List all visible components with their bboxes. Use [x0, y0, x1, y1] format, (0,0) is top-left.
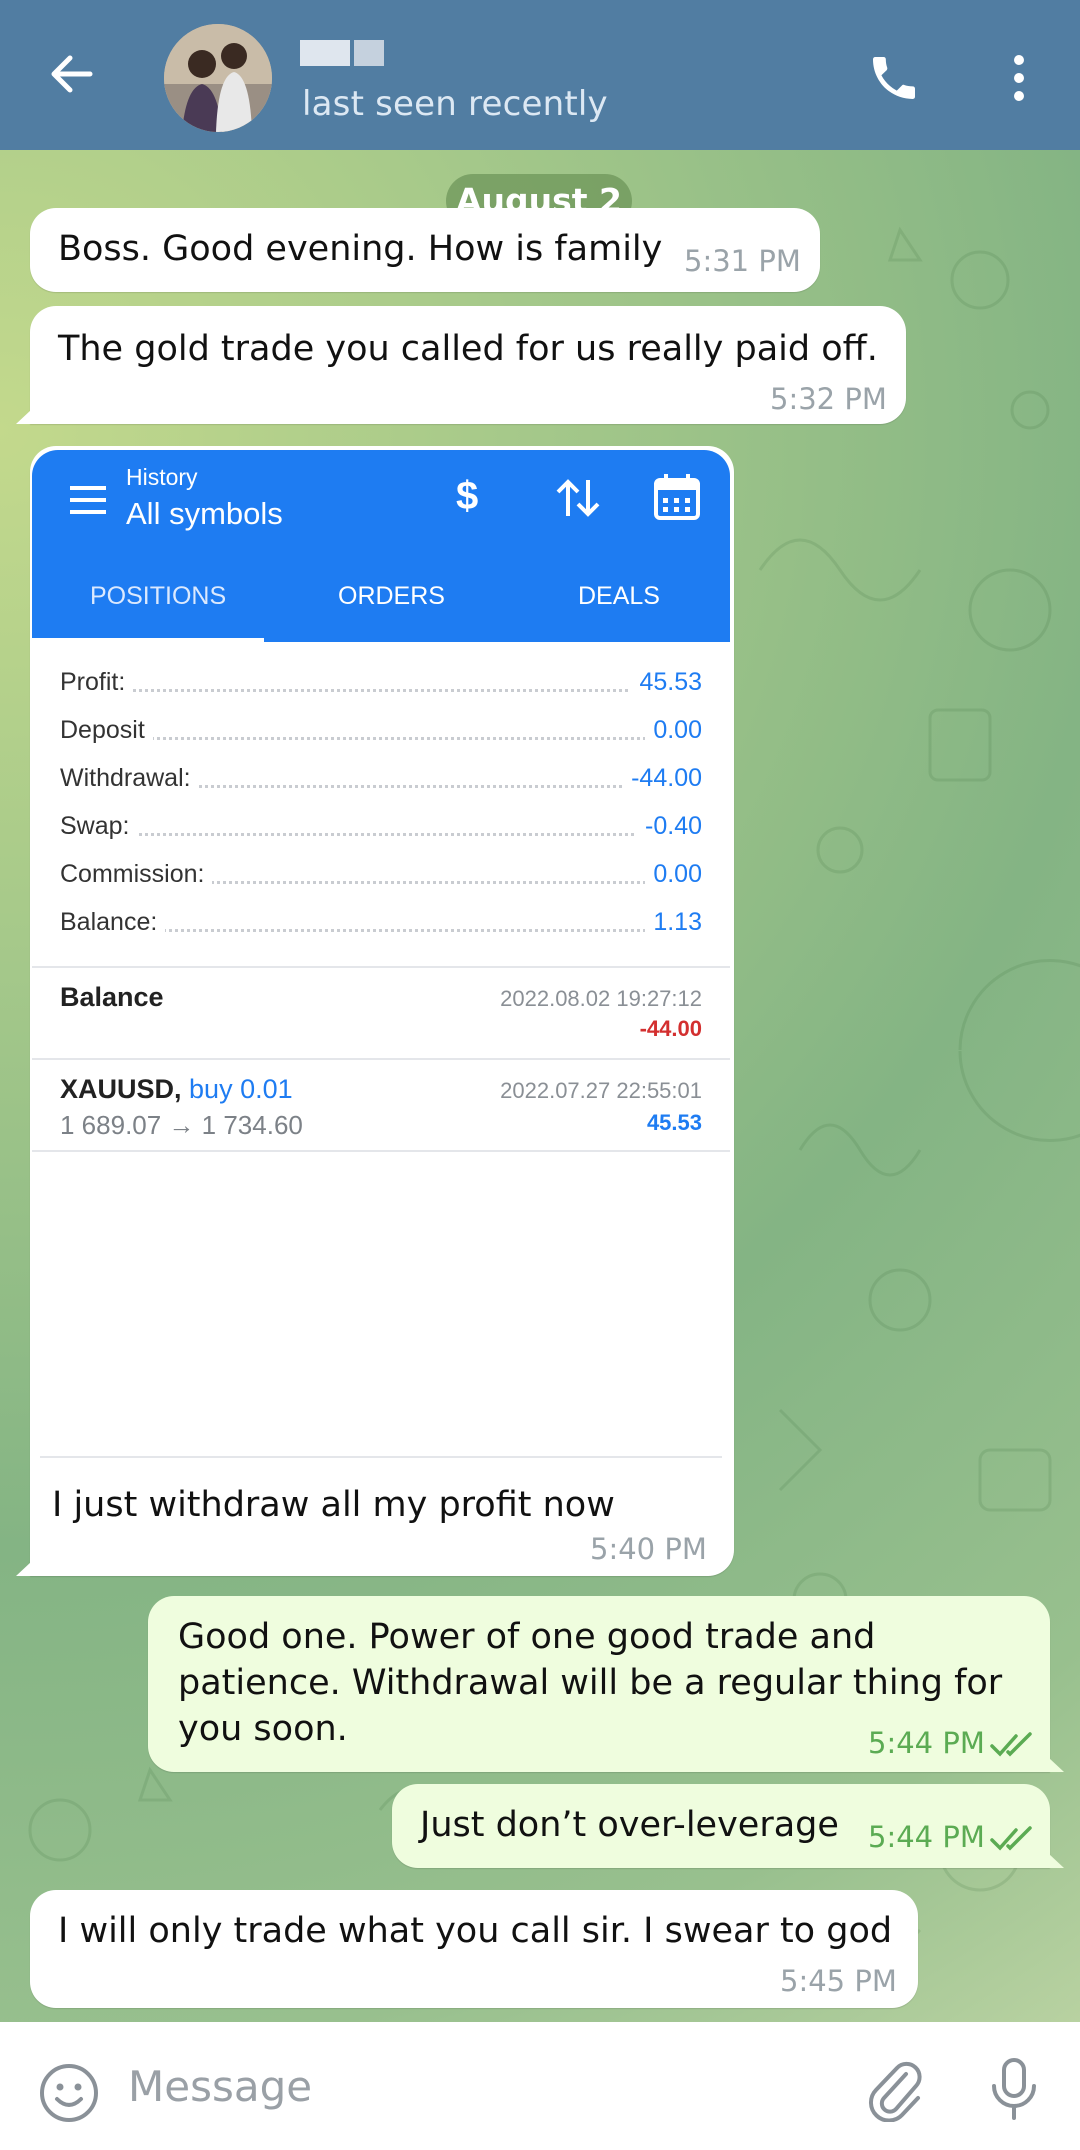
- read-receipt-icon: [990, 1826, 1032, 1851]
- message-time: 5:45 PM: [780, 1964, 897, 1998]
- summary-row: Commission: 0.00: [60, 860, 702, 889]
- message-text: The gold trade you called for us really …: [58, 329, 878, 369]
- deal-prices: 1 689.07 → 1 734.60: [60, 1110, 303, 1140]
- deal-amount: -44.00: [639, 1016, 702, 1041]
- message-time: 5:44 PM: [868, 1726, 985, 1760]
- message-time: 5:31 PM: [684, 244, 801, 278]
- tab-positions: POSITIONS: [90, 582, 227, 610]
- summary-row: Balance: 1.13: [60, 908, 702, 937]
- sort-icon: [556, 479, 600, 517]
- back-arrow-icon[interactable]: [40, 42, 104, 106]
- deal-symbol-name: XAUUSD,: [60, 1074, 182, 1104]
- deal-amount: 45.53: [646, 1110, 702, 1135]
- message-bubble-incoming[interactable]: Boss. Good evening. How is family 5:31 P…: [30, 208, 820, 292]
- message-text: Boss. Good evening. How is family: [58, 229, 663, 269]
- phone-icon[interactable]: [866, 50, 922, 106]
- divider: [40, 1456, 722, 1458]
- message-input[interactable]: Message: [128, 2052, 808, 2122]
- summary-row: Swap: -0.40: [60, 812, 702, 841]
- message-time: 5:32 PM: [770, 382, 887, 416]
- microphone-icon[interactable]: [986, 2056, 1042, 2122]
- contact-status: last seen recently: [302, 84, 608, 124]
- dollar-sync-icon: $: [456, 474, 479, 518]
- hamburger-menu-icon: [70, 486, 106, 514]
- message-time: 5:44 PM: [868, 1820, 985, 1854]
- message-text: I will only trade what you call sir. I s…: [58, 1911, 893, 1951]
- more-vert-icon[interactable]: [994, 50, 1044, 106]
- message-text: Just don’t over-leverage: [420, 1805, 839, 1845]
- summary-row: Profit: 45.53: [60, 668, 702, 697]
- message-caption: I just withdraw all my profit now: [52, 1485, 615, 1525]
- tab-orders: ORDERS: [338, 582, 445, 610]
- deal-date: 2022.07.27 22:55:01: [500, 1078, 702, 1103]
- message-composer: Message: [0, 2022, 1080, 2150]
- deal-symbol: XAUUSD, buy 0.01: [60, 1074, 293, 1105]
- divider: [32, 966, 730, 968]
- chat-header: last seen recently: [0, 0, 1080, 150]
- toolbar-title: All symbols: [126, 496, 283, 531]
- calendar-icon: [654, 474, 700, 520]
- message-bubble-outgoing[interactable]: Just don’t over-leverage 5:44 PM: [392, 1784, 1050, 1868]
- message-bubble-outgoing[interactable]: Good one. Power of one good trade and pa…: [148, 1596, 1050, 1772]
- message-bubble-incoming[interactable]: I will only trade what you call sir. I s…: [30, 1890, 918, 2008]
- summary-row: Withdrawal: -44.00: [60, 764, 702, 793]
- app-toolbar: History All symbols $ POSITIONS ORDERS D…: [32, 450, 730, 642]
- deal-title: Balance: [60, 982, 164, 1012]
- summary-row: Deposit 0.00: [60, 716, 702, 745]
- message-bubble-incoming[interactable]: The gold trade you called for us really …: [30, 306, 906, 424]
- attach-icon[interactable]: [862, 2056, 928, 2123]
- deal-date: 2022.08.02 19:27:12: [500, 986, 702, 1011]
- emoji-icon[interactable]: [38, 2062, 100, 2124]
- divider: [32, 1150, 730, 1152]
- contact-name-redacted[interactable]: [300, 40, 420, 70]
- tab-deals: DEALS: [578, 582, 660, 610]
- read-receipt-icon: [990, 1732, 1032, 1757]
- toolbar-subtitle: History: [126, 464, 198, 490]
- trading-history-screenshot[interactable]: History All symbols $ POSITIONS ORDERS D…: [32, 450, 730, 1458]
- active-tab-indicator: [32, 638, 264, 644]
- divider: [32, 1058, 730, 1060]
- deal-side: buy 0.01: [189, 1074, 293, 1104]
- message-time: 5:40 PM: [590, 1532, 707, 1566]
- contact-avatar[interactable]: [164, 24, 272, 132]
